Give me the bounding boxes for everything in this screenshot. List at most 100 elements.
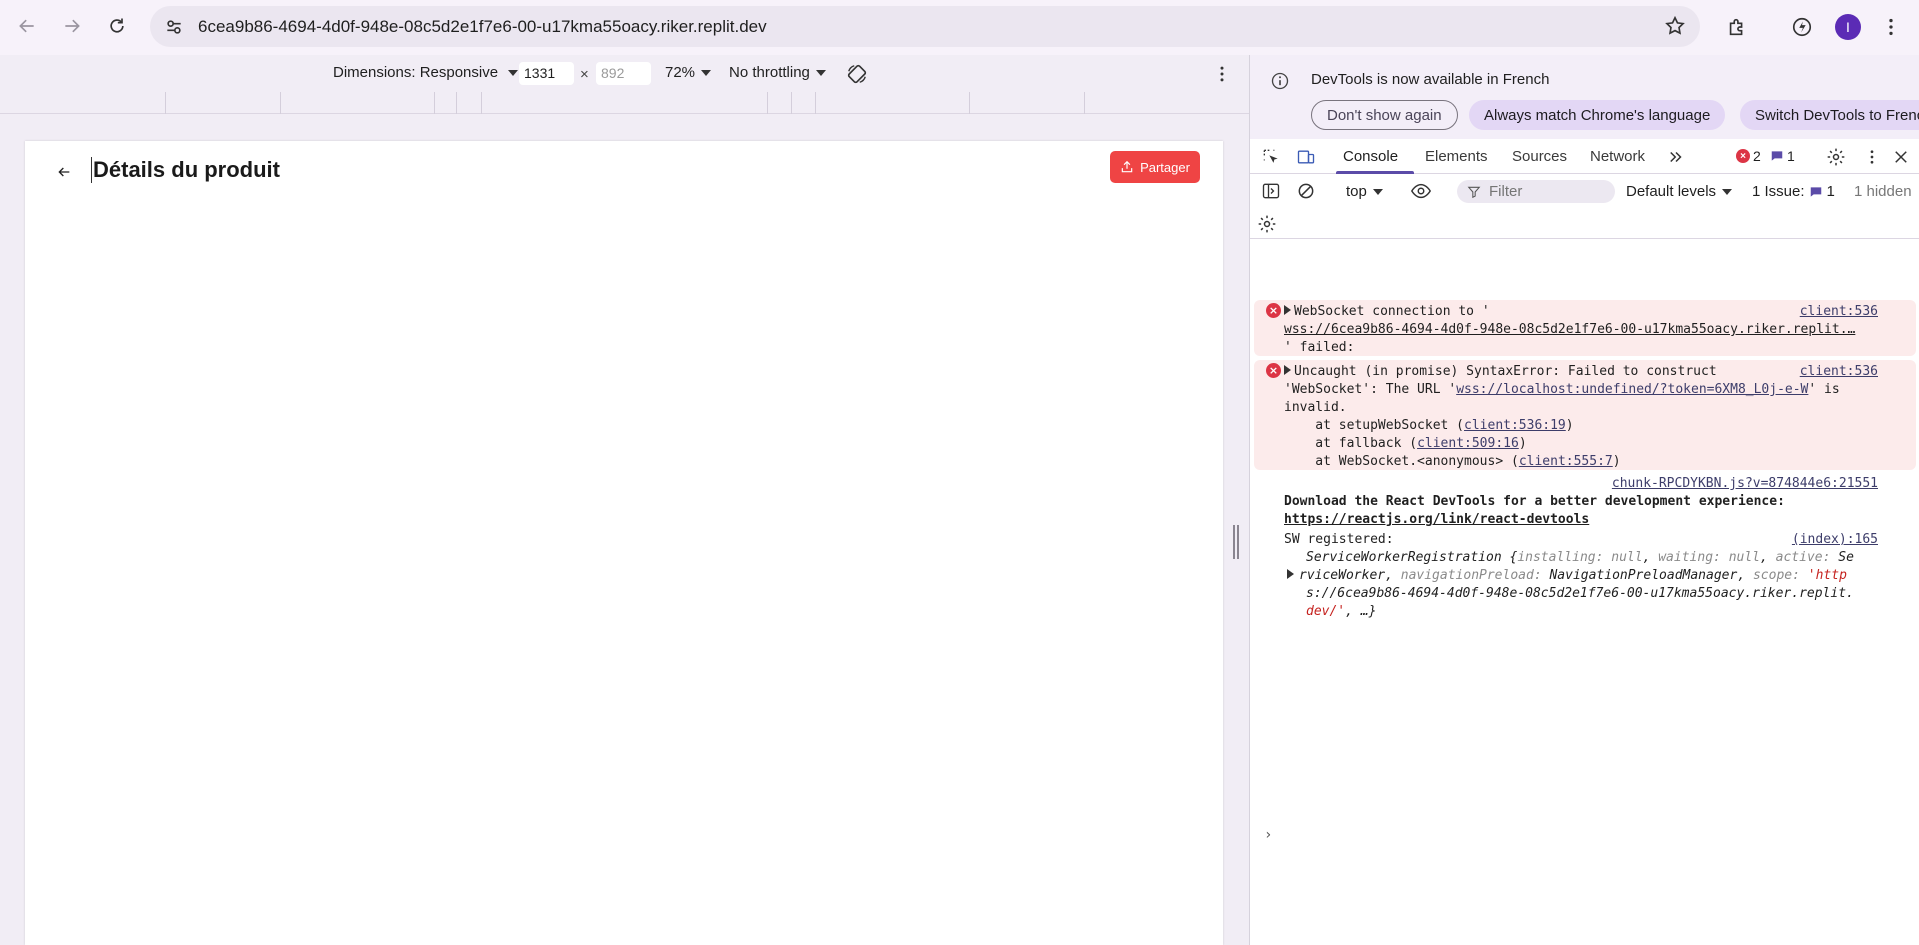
always-match-language-button[interactable]: Always match Chrome's language — [1469, 100, 1726, 130]
arrow-left-icon — [19, 19, 34, 33]
stack-text: at fallback ( — [1284, 436, 1418, 451]
issues-label: 1 Issue: — [1752, 183, 1805, 200]
error-text: ' failed: — [1284, 340, 1355, 355]
log-levels-dropdown[interactable]: Default levels — [1626, 183, 1733, 200]
zoom-dropdown[interactable]: 72% — [665, 64, 712, 81]
object-key: navigationPreload — [1400, 568, 1534, 583]
source-link[interactable]: client:536 — [1800, 304, 1878, 319]
object-key: scope — [1752, 568, 1793, 583]
stack-text: at WebSocket.<anonymous> ( — [1284, 454, 1519, 469]
browser-menu-icon[interactable] — [1872, 8, 1910, 46]
bookmark-star-icon[interactable] — [1662, 13, 1688, 39]
throttling-dropdown[interactable]: No throttling — [729, 64, 826, 81]
source-link[interactable]: client:536 — [1800, 364, 1878, 379]
devtools-panel: DevTools is now available in French Don'… — [1249, 55, 1919, 945]
issues-button[interactable]: 1 Issue: 1 — [1752, 183, 1835, 200]
url-text[interactable]: 6cea9b86-4694-4d0f-948e-08c5d2e1f7e6-00-… — [198, 17, 767, 37]
console-prompt[interactable]: › — [1264, 827, 1272, 843]
dimensions-label: Dimensions: Responsive — [333, 64, 499, 81]
error-count: 2 — [1753, 148, 1761, 164]
react-devtools-link[interactable]: https://reactjs.org/link/react-devtools — [1284, 512, 1589, 527]
avatar-letter: I — [1835, 14, 1861, 40]
object-preview-line[interactable]: rviceWorker, navigationPreload: Navigati… — [1287, 568, 1847, 583]
log-text: SW registered: — [1284, 532, 1394, 547]
source-link[interactable]: chunk-RPCDYKBN.js?v=874844e6:21551 — [1612, 476, 1878, 491]
tab-network[interactable]: Network — [1590, 148, 1645, 165]
error-url-link[interactable]: wss://6cea9b86-4694-4d0f-948e-08c5d2e1f7… — [1284, 322, 1855, 337]
context-selector[interactable]: top — [1346, 183, 1383, 200]
error-text: WebSocket connection to ' — [1294, 304, 1490, 319]
stack-link[interactable]: client:509:16 — [1417, 436, 1519, 451]
stack-link[interactable]: client:555:7 — [1519, 454, 1613, 469]
site-info-icon[interactable] — [156, 9, 192, 45]
extensions-icon[interactable] — [1718, 8, 1756, 46]
forward-button[interactable] — [54, 8, 90, 44]
profile-avatar[interactable]: I — [1829, 8, 1867, 46]
share-icon — [1121, 160, 1133, 173]
arrow-right-icon — [65, 19, 80, 33]
device-toggle-icon[interactable] — [1295, 146, 1317, 168]
share-button[interactable]: Partager — [1110, 151, 1200, 183]
caret-down-icon — [508, 69, 519, 76]
filter-icon — [1467, 186, 1481, 198]
console-log-message: chunk-RPCDYKBN.js?v=874844e6:21551 Downl… — [1254, 474, 1916, 527]
log-text: Download the React DevTools for a better… — [1284, 494, 1785, 509]
console-settings-gear-icon[interactable] — [1256, 213, 1278, 235]
share-label: Partager — [1140, 159, 1190, 175]
devtools-menu-icon[interactable] — [1861, 146, 1883, 168]
console-settings-row — [1250, 209, 1919, 239]
stack-link[interactable]: client:536:19 — [1464, 418, 1566, 433]
tab-elements[interactable]: Elements — [1425, 148, 1488, 165]
back-button[interactable] — [9, 8, 45, 44]
expand-triangle-icon[interactable] — [1287, 569, 1294, 579]
tab-console[interactable]: Console — [1343, 148, 1398, 165]
console-error-message: × WebSocket connection to ' wss://6cea9b… — [1254, 300, 1916, 356]
media-query-ruler[interactable] — [0, 92, 1249, 114]
more-tabs-icon[interactable] — [1665, 146, 1687, 168]
reload-button[interactable] — [99, 8, 135, 44]
tab-sources[interactable]: Sources — [1512, 148, 1567, 165]
browser-toolbar: 6cea9b86-4694-4d0f-948e-08c5d2e1f7e6-00-… — [0, 0, 1919, 55]
object-value: null — [1611, 550, 1643, 565]
expand-triangle-icon[interactable] — [1284, 305, 1291, 315]
resize-handle[interactable] — [1232, 525, 1240, 559]
device-menu-icon[interactable] — [1210, 62, 1234, 86]
settings-gear-icon[interactable] — [1825, 146, 1847, 168]
rotate-icon[interactable] — [843, 60, 871, 88]
performance-icon[interactable] — [1783, 8, 1821, 46]
width-input[interactable]: 1331 — [519, 62, 574, 85]
stack-frame: at fallback (client:509:16) — [1284, 436, 1526, 451]
address-bar[interactable]: 6cea9b86-4694-4d0f-948e-08c5d2e1f7e6-00-… — [150, 6, 1700, 47]
error-icon: × — [1736, 149, 1750, 163]
filter-input[interactable]: Filter — [1457, 180, 1615, 203]
dont-show-again-button[interactable]: Don't show again — [1311, 100, 1458, 130]
sidebar-toggle-icon[interactable] — [1260, 180, 1282, 202]
object-preview[interactable]: ServiceWorkerRegistration {installing: n… — [1306, 550, 1854, 565]
error-line[interactable]: Uncaught (in promise) SyntaxError: Faile… — [1284, 364, 1717, 379]
inspect-element-icon[interactable] — [1260, 146, 1282, 168]
error-text: ' is — [1808, 382, 1840, 397]
info-icon — [1271, 72, 1289, 90]
message-counter[interactable]: 1 — [1770, 148, 1795, 164]
object-name: ServiceWorkerRegistration { — [1306, 550, 1518, 565]
back-arrow-icon[interactable] — [52, 160, 76, 184]
error-line[interactable]: WebSocket connection to ' — [1284, 304, 1490, 319]
device-emulation-area: Dimensions: Responsive 1331 × 892 72% No… — [0, 55, 1249, 945]
object-key: waiting — [1658, 550, 1714, 565]
expand-triangle-icon[interactable] — [1284, 365, 1291, 375]
object-value: rviceWorker — [1299, 568, 1386, 583]
source-link[interactable]: (index):165 — [1792, 532, 1878, 547]
object-key: active — [1775, 550, 1823, 565]
levels-value: Default levels — [1626, 183, 1717, 200]
clear-console-icon[interactable] — [1295, 180, 1317, 202]
switch-language-button[interactable]: Switch DevTools to French — [1740, 100, 1919, 130]
error-url-link[interactable]: wss://localhost:undefined/?token=6XM8_L0… — [1456, 382, 1808, 397]
error-text: 'WebSocket': The URL ' — [1284, 382, 1457, 397]
error-counter[interactable]: × 2 — [1736, 148, 1761, 164]
devtools-tabbar: Console Elements Sources Network × 2 1 — [1250, 139, 1919, 174]
live-expression-eye-icon[interactable] — [1410, 180, 1432, 202]
close-icon[interactable] — [1890, 146, 1912, 168]
height-input[interactable]: 892 — [596, 62, 651, 85]
error-line: 'WebSocket': The URL 'wss://localhost:un… — [1284, 382, 1840, 397]
dimensions-dropdown[interactable]: Dimensions: Responsive — [333, 64, 519, 81]
